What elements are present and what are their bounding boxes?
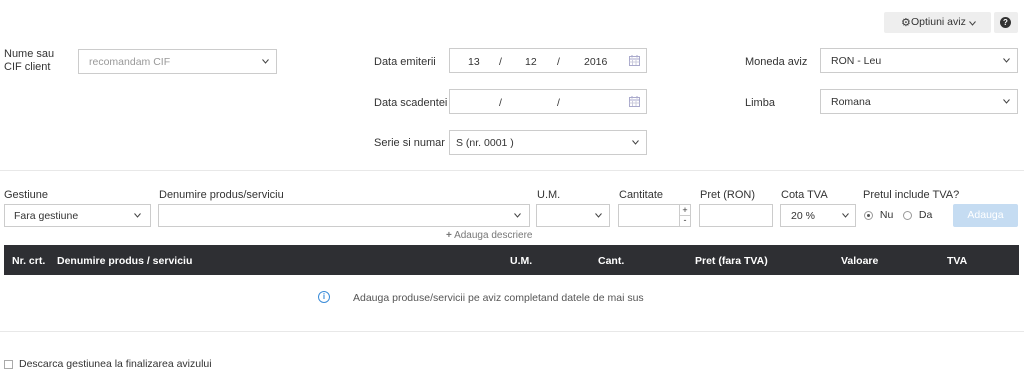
options-button-label: Optiuni aviz <box>911 16 966 28</box>
products-table-header: Nr. crt. Denumire produs / serviciu U.M.… <box>4 245 1019 275</box>
due-date-field[interactable]: / / <box>449 89 647 114</box>
price-input[interactable] <box>699 204 773 227</box>
emit-day: 13 <box>468 56 480 68</box>
vat-value: 20 % <box>791 210 815 222</box>
date-separator: / <box>557 56 560 68</box>
calendar-icon[interactable] <box>629 55 640 69</box>
um-label: U.M. <box>537 189 561 201</box>
radio-da-label: Da <box>918 209 933 221</box>
series-select[interactable]: S (nr. 0001 ) <box>449 130 647 155</box>
qty-decrement-button[interactable]: - <box>680 216 690 226</box>
discharge-stock-checkbox[interactable] <box>4 360 13 369</box>
section-divider <box>0 170 1024 171</box>
language-value: Romana <box>831 96 871 108</box>
chevron-down-icon <box>262 59 269 64</box>
series-label: Serie si numar <box>374 137 445 149</box>
column-header: U.M. <box>510 255 533 267</box>
um-select[interactable] <box>536 204 610 227</box>
chevron-down-icon <box>632 140 639 145</box>
gestiune-value: Fara gestiune <box>14 210 79 222</box>
radio-da[interactable]: Da <box>903 209 932 221</box>
column-header: Cant. <box>598 255 625 267</box>
column-header: Nr. crt. <box>12 255 46 267</box>
vat-select[interactable]: 20 % <box>780 204 856 227</box>
price-label: Pret (RON) <box>700 189 755 201</box>
series-value: S (nr. 0001 ) <box>456 137 514 149</box>
language-select[interactable]: Romana <box>820 89 1018 114</box>
date-separator: / <box>499 56 502 68</box>
help-button[interactable]: ? <box>994 12 1018 33</box>
question-circle-icon: ? <box>1000 17 1011 28</box>
client-placeholder: recomandam CIF <box>89 56 171 68</box>
qty-input[interactable] <box>618 204 680 227</box>
table-bottom-divider <box>0 331 1024 332</box>
chevron-down-icon <box>842 213 849 218</box>
emit-date-label: Data emiterii <box>374 56 436 68</box>
gestiune-label: Gestiune <box>4 189 49 201</box>
radio-da-indicator[interactable] <box>903 210 912 220</box>
add-description-link[interactable]: + Adauga descriere <box>446 230 532 241</box>
product-label: Denumire produs/serviciu <box>159 189 284 201</box>
client-select[interactable]: recomandam CIF <box>78 49 277 74</box>
column-header: Valoare <box>841 255 879 267</box>
info-icon: i <box>318 291 330 303</box>
radio-nu[interactable]: Nu <box>864 209 893 221</box>
add-description-label: Adauga descriere <box>454 230 533 241</box>
add-product-button-label: Adauga <box>967 209 1004 221</box>
chevron-down-icon <box>1003 99 1010 104</box>
emit-year: 2016 <box>584 56 608 68</box>
chevron-down-icon <box>969 17 976 29</box>
includes-vat-label: Pretul include TVA? <box>863 189 960 201</box>
plus-icon: + <box>446 230 452 241</box>
due-date-label: Data scadentei <box>374 97 448 109</box>
vat-label: Cota TVA <box>781 189 828 201</box>
currency-value: RON - Leu <box>831 55 882 67</box>
qty-label: Cantitate <box>619 189 664 201</box>
add-product-button[interactable]: Adauga <box>953 204 1018 227</box>
chevron-down-icon <box>514 213 521 218</box>
client-label: Nume sau CIF client <box>4 48 55 73</box>
chevron-down-icon <box>134 213 141 218</box>
currency-label: Moneda aviz <box>745 56 808 68</box>
empty-table-message: Adauga produse/servicii pe aviz completa… <box>353 292 644 304</box>
column-header: Pret (fara TVA) <box>695 255 768 267</box>
currency-select[interactable]: RON - Leu <box>820 48 1018 73</box>
chevron-down-icon <box>595 213 602 218</box>
product-select[interactable] <box>158 204 530 227</box>
column-header: Denumire produs / serviciu <box>57 255 193 267</box>
emit-month: 12 <box>525 56 537 68</box>
date-separator: / <box>499 97 502 109</box>
gear-icon: ⚙ <box>901 17 911 29</box>
radio-nu-indicator[interactable] <box>864 210 873 220</box>
calendar-icon[interactable] <box>629 96 640 110</box>
date-separator: / <box>557 97 560 109</box>
chevron-down-icon <box>1003 58 1010 63</box>
discharge-stock-label: Descarca gestiunea la finalizarea avizul… <box>19 358 212 370</box>
column-header: TVA <box>947 255 968 267</box>
qty-stepper[interactable]: + - <box>679 204 691 227</box>
gestiune-select[interactable]: Fara gestiune <box>4 204 151 227</box>
emit-date-field[interactable]: 13 / 12 / 2016 <box>449 48 647 73</box>
radio-nu-label: Nu <box>879 209 894 221</box>
options-button[interactable]: ⚙ Optiuni aviz <box>884 12 991 33</box>
language-label: Limba <box>745 97 775 109</box>
